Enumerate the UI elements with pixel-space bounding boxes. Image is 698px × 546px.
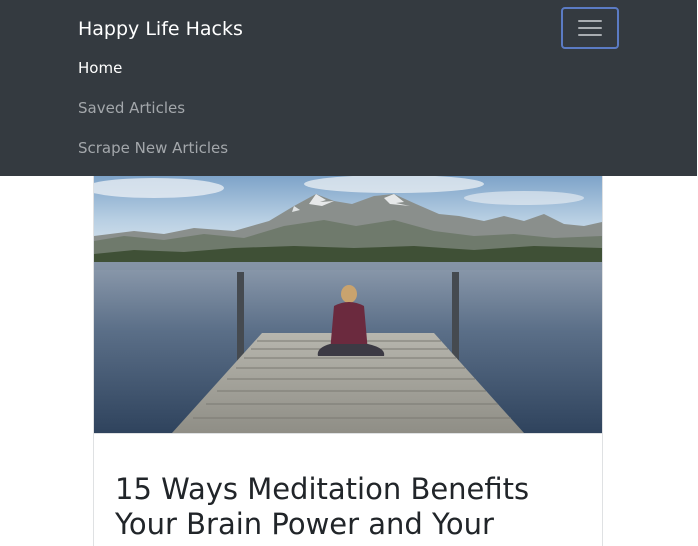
nav-link-scrape-new-articles[interactable]: Scrape New Articles [78, 138, 228, 158]
article-title[interactable]: 15 Ways Meditation Benefits Your Brain P… [115, 472, 585, 542]
navbar-toggler-button[interactable] [561, 7, 619, 49]
article-card: 15 Ways Meditation Benefits Your Brain P… [93, 176, 603, 546]
top-navbar: Happy Life Hacks Home Saved Articles Scr… [0, 0, 697, 176]
article-image[interactable] [94, 176, 602, 433]
nav-link-saved-articles[interactable]: Saved Articles [78, 98, 185, 118]
nav-link-home[interactable]: Home [78, 58, 122, 78]
card-divider [94, 433, 602, 434]
navbar-brand[interactable]: Happy Life Hacks [78, 16, 243, 42]
